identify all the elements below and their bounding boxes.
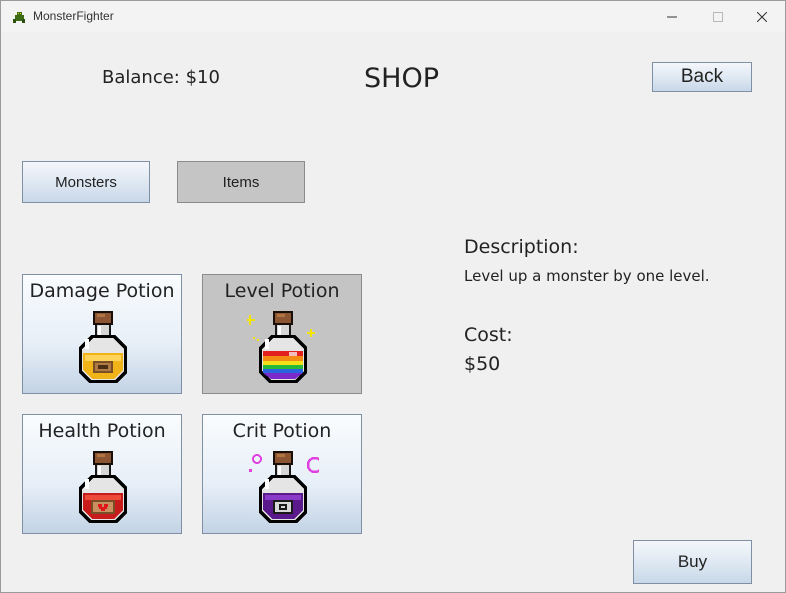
maximize-button[interactable] [695,1,741,32]
tab-monsters[interactable]: Monsters [22,161,150,203]
buy-button[interactable]: Buy [633,540,752,584]
item-label: Crit Potion [232,420,332,442]
page-title: SHOP [364,63,439,94]
item-label: Damage Potion [29,280,175,302]
window-title: MonsterFighter [33,9,114,23]
item-label: Level Potion [224,280,340,302]
description-heading: Description: [464,236,579,258]
monster-icon [13,12,25,23]
close-button[interactable] [739,1,785,32]
cost-heading: Cost: [464,324,513,346]
health-potion-icon [79,451,127,523]
close-icon [757,11,767,22]
maximize-icon [713,11,723,22]
minimize-icon [667,16,677,17]
item-health-potion[interactable]: Health Potion [22,414,182,534]
app-window: MonsterFighter Balance: $10 SHOP Back Mo… [0,0,786,593]
minimize-button[interactable] [649,1,695,32]
item-crit-potion[interactable]: Crit Potion [202,414,362,534]
item-damage-potion[interactable]: Damage Potion [22,274,182,394]
cost-value: $50 [464,353,501,375]
tab-items[interactable]: Items [177,161,305,203]
item-level-potion[interactable]: Level Potion [202,274,362,394]
balance-label: Balance: $10 [102,67,220,88]
level-potion-icon [247,311,315,383]
damage-potion-icon [79,311,127,383]
item-label: Health Potion [38,420,166,442]
crit-potion-icon [249,451,319,523]
back-button[interactable]: Back [652,62,752,92]
title-bar: MonsterFighter [1,1,785,32]
description-text: Level up a monster by one level. [464,267,710,285]
